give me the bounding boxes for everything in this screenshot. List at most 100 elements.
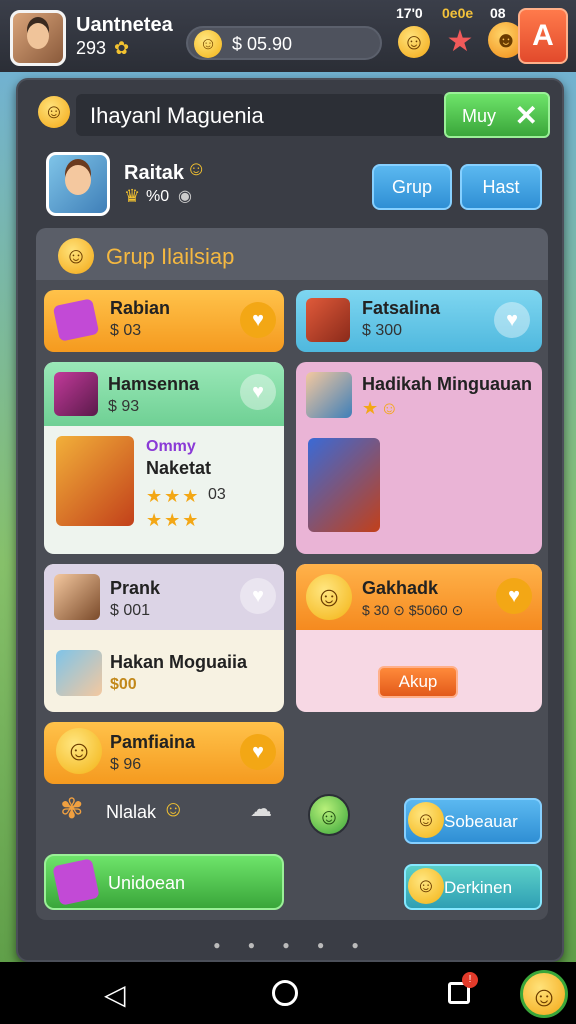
- profile-avatar[interactable]: [46, 152, 110, 216]
- a-button[interactable]: A: [518, 8, 568, 64]
- group-picture: [308, 438, 380, 532]
- card-sub: $ 03: [110, 322, 142, 339]
- heart-icon[interactable]: ♥: [494, 302, 530, 338]
- coin-value: $ 05.90: [232, 34, 293, 54]
- smiley-icon: ☺: [408, 802, 444, 838]
- card-sub: $ 300: [362, 322, 403, 339]
- card-sub: $ 96: [110, 756, 142, 773]
- section-title: Grup Ilailsiap: [106, 244, 235, 269]
- card-name: Rabian: [110, 298, 171, 318]
- smiley-icon[interactable]: ☺: [398, 26, 430, 58]
- profile-name: Raitak: [124, 162, 185, 184]
- character-avatar: [56, 650, 102, 696]
- card-name: Pamfiaina: [110, 732, 196, 752]
- top-bar: Uantnetea 293 ✿ ☺ $ 05.90 17'0 0e0e 08 ☺…: [0, 0, 576, 72]
- title-bar: Ihayanl Maguenia: [76, 94, 446, 136]
- group-card-hadikah[interactable]: Hadikah Minguauan ★☺: [296, 362, 542, 554]
- home-icon[interactable]: [272, 980, 298, 1006]
- ghost-icon[interactable]: ☁: [250, 796, 272, 822]
- system-nav-bar: ◁ !: [0, 962, 576, 1024]
- pet-icon: ✾: [60, 793, 84, 824]
- heart-icon[interactable]: ♥: [240, 578, 276, 614]
- misc-label: Nlalak: [106, 802, 157, 822]
- hast-label: Hast: [482, 177, 520, 197]
- trophy-icon: ♛: [124, 186, 141, 206]
- rating-stars-2: ★★★: [146, 510, 201, 530]
- dialog-title: Ihayanl Maguenia: [90, 103, 264, 128]
- notification-badge: !: [462, 972, 478, 988]
- rating-stars: ★☺: [362, 398, 401, 418]
- inner-sub: $00: [110, 676, 137, 693]
- section-header: ☺ Grup Ilailsiap: [36, 228, 548, 286]
- card-sub: $ 93: [108, 398, 140, 415]
- sobeauar-button[interactable]: ☺ Sobeauar: [404, 798, 542, 844]
- derkinen-button[interactable]: ☺ Derkinen: [404, 864, 542, 910]
- derkinen-label: Derkinen: [444, 878, 513, 897]
- player-level: 293: [76, 38, 107, 58]
- paw-icon: ✿: [114, 38, 130, 58]
- character-avatar: [54, 574, 100, 620]
- info-icon: ◉: [178, 188, 192, 205]
- gem-icon: [52, 298, 100, 342]
- top-gems: 0e0e: [442, 5, 474, 21]
- inner-name: Hakan Moguaiia: [110, 652, 248, 672]
- close-button[interactable]: Muy ✕: [444, 92, 550, 138]
- card-name: Fatsalina: [362, 298, 441, 318]
- smiley-icon: ☺: [58, 238, 94, 274]
- group-card-rabian[interactable]: Rabian $ 03 ♥: [44, 290, 284, 352]
- group-card-fatsalina[interactable]: Fatsalina $ 300 ♥: [296, 290, 542, 352]
- character-avatar: [54, 372, 98, 416]
- group-card-hamsenna[interactable]: Hamsenna $ 93 ♥ Ommy Naketat ★★★ 03 ★★★: [44, 362, 284, 554]
- rating-value: 03: [208, 486, 226, 503]
- smiley-icon: ☺: [408, 868, 444, 904]
- grup-label: Grup: [391, 177, 433, 197]
- smiley-icon: ☺: [38, 96, 70, 128]
- top-counter: 17'0: [396, 5, 423, 21]
- group-card-pamfiaina[interactable]: ☺ Pamfiaina $ 96 ♥: [44, 722, 284, 784]
- hast-button[interactable]: Hast: [460, 164, 542, 210]
- group-panel: ☺ Ihayanl Maguenia Muy ✕ Raitak ☺ ♛ %0 ◉…: [16, 78, 564, 962]
- player-name: Uantnetea: [76, 14, 173, 36]
- gem-icon: [52, 858, 100, 906]
- heart-icon[interactable]: ♥: [240, 734, 276, 770]
- inner-tag: Ommy: [146, 438, 196, 455]
- sobeauar-label: Sobeauar: [444, 812, 518, 831]
- akup-button[interactable]: Akup: [378, 666, 458, 698]
- smiley-icon: ☺: [306, 574, 352, 620]
- star-icon[interactable]: ★: [444, 26, 476, 58]
- heart-icon[interactable]: ♥: [240, 302, 276, 338]
- close-icon: ✕: [514, 100, 538, 131]
- top-counter-2: 08: [490, 5, 506, 21]
- close-label: Muy: [462, 106, 497, 126]
- card-name: Hadikah Minguauan: [362, 374, 533, 394]
- heart-icon[interactable]: ♥: [240, 374, 276, 410]
- green-smiley-icon[interactable]: ☺: [308, 794, 350, 836]
- unidoean-button[interactable]: Unidoean: [44, 854, 284, 910]
- card-name: Prank: [110, 578, 161, 598]
- grup-button[interactable]: Grup: [372, 164, 452, 210]
- smiley-icon: ☺: [56, 728, 102, 774]
- smiley-icon: ☺: [162, 796, 185, 821]
- back-icon[interactable]: ◁: [104, 978, 126, 1011]
- card-name: Gakhadk: [362, 578, 439, 598]
- group-card-prank[interactable]: Prank $ 001 ♥ Hakan Moguaiia $00: [44, 564, 284, 712]
- profile-stat: %0: [146, 188, 170, 205]
- smiley-coin-icon: ☺: [194, 30, 222, 58]
- page-dots[interactable]: ● ● ● ● ●: [18, 938, 566, 952]
- inner-name: Naketat: [146, 458, 212, 478]
- smiley-icon: ☺: [186, 158, 207, 180]
- rating-stars: ★★★: [146, 486, 201, 506]
- coin-balance[interactable]: ☺ $ 05.90: [186, 26, 382, 60]
- emoji-shortcut-icon[interactable]: ☺: [520, 970, 568, 1018]
- player-avatar[interactable]: [10, 10, 66, 66]
- character-avatar: [306, 372, 352, 418]
- character-avatar: [306, 298, 350, 342]
- card-sub: $ 30 ⊙ $5060 ⊙: [362, 602, 464, 618]
- unidoean-label: Unidoean: [108, 873, 186, 893]
- heart-icon[interactable]: ♥: [496, 578, 532, 614]
- group-card-gakhadk[interactable]: ☺ Gakhadk $ 30 ⊙ $5060 ⊙ ♥ Akup: [296, 564, 542, 712]
- akup-label: Akup: [398, 672, 438, 691]
- card-sub: $ 001: [110, 602, 151, 619]
- card-name: Hamsenna: [108, 374, 200, 394]
- group-picture: [56, 436, 134, 526]
